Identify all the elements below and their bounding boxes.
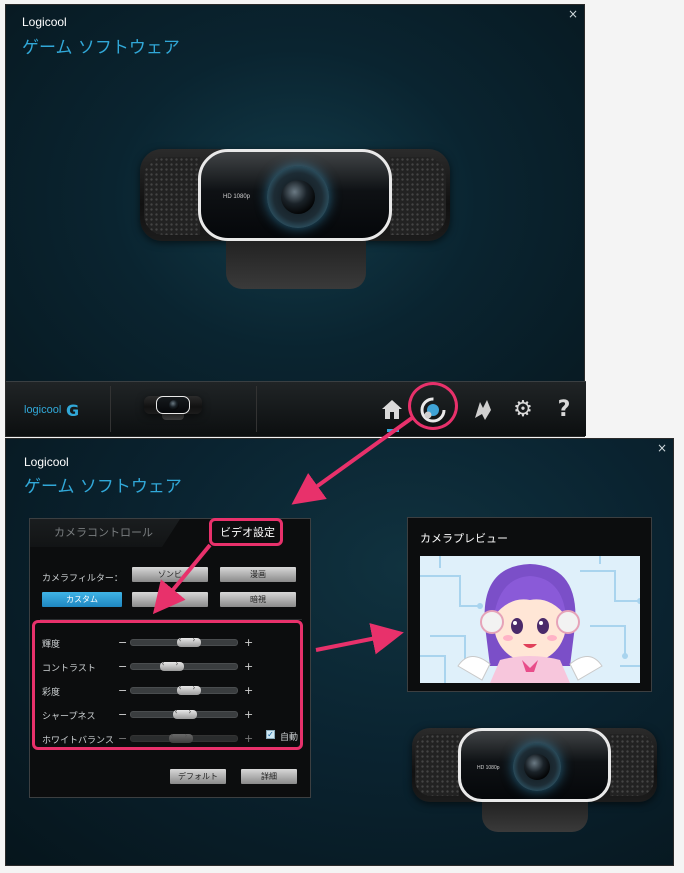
slider-thumb[interactable] xyxy=(177,683,201,695)
help-icon[interactable]: ? xyxy=(550,396,578,424)
screenshot-root: × Logicool ゲーム ソフトウェア HD 1080p logicool … xyxy=(0,0,684,873)
slider-row: 彩度 − + xyxy=(30,683,312,699)
slider-decrease-button[interactable]: − xyxy=(118,709,127,720)
slider-thumb[interactable] xyxy=(177,635,201,647)
video-settings-panel: カメラコントロール ビデオ設定 カメラフィルター： ゾンビ 漫画 カスタム 暗視… xyxy=(29,518,311,798)
slider-track[interactable] xyxy=(130,659,238,671)
filter-zombie-button[interactable]: ゾンビ xyxy=(132,567,208,582)
slider-track[interactable] xyxy=(130,731,238,743)
preview-avatar-image xyxy=(420,556,640,683)
slider-label: 輝度 xyxy=(42,640,61,650)
device-thumbnail[interactable] xyxy=(144,394,202,420)
webcam-image: HD 1080p xyxy=(140,145,450,295)
auto-label: 自動 xyxy=(280,733,299,743)
slider-decrease-button[interactable]: − xyxy=(118,685,127,696)
software-window-video-settings: × Logicool ゲーム ソフトウェア カメラコントロール ビデオ設定 カメ… xyxy=(5,438,674,866)
details-button[interactable]: 詳細 xyxy=(241,769,297,784)
g-logo-icon: G xyxy=(66,401,80,420)
brand-label: Logicool xyxy=(22,15,67,29)
camera-settings-icon[interactable] xyxy=(419,396,447,424)
divider xyxy=(40,619,302,620)
slider-label: シャープネス xyxy=(42,712,96,722)
slider-row: シャープネス − + xyxy=(30,707,312,723)
logicool-logo: logicool xyxy=(24,404,62,416)
app-title: ゲーム ソフトウェア xyxy=(22,38,180,58)
slider-thumb[interactable] xyxy=(169,731,193,743)
slider-increase-button[interactable]: + xyxy=(244,685,253,696)
slider-thumb[interactable] xyxy=(173,707,197,719)
home-icon[interactable] xyxy=(378,396,406,424)
tab-camera-control[interactable]: カメラコントロール xyxy=(30,519,180,547)
slider-increase-button[interactable]: + xyxy=(244,733,253,744)
slider-thumb[interactable] xyxy=(160,659,184,671)
slider-row: 輝度 − + xyxy=(30,635,312,651)
slider-increase-button[interactable]: + xyxy=(244,637,253,648)
default-button[interactable]: デフォルト xyxy=(170,769,226,784)
slider-label: 彩度 xyxy=(42,688,61,698)
software-window-home: × Logicool ゲーム ソフトウェア HD 1080p logicool … xyxy=(5,4,586,437)
slider-label: ホワイトバランス xyxy=(42,736,114,746)
slider-track[interactable] xyxy=(130,707,238,719)
webcam-image: HD 1080p xyxy=(412,724,657,839)
app-title: ゲーム ソフトウェア xyxy=(24,477,182,497)
customize-icon[interactable] xyxy=(469,396,497,424)
slider-increase-button[interactable]: + xyxy=(244,709,253,720)
preview-title: カメラプレビュー xyxy=(420,532,508,545)
tab-video-settings[interactable]: ビデオ設定 xyxy=(170,519,312,547)
filter-night-vision-button[interactable]: 暗視 xyxy=(220,592,296,607)
close-icon[interactable]: × xyxy=(568,7,578,21)
camera-preview-panel: カメラプレビュー xyxy=(407,517,652,692)
slider-label: コントラスト xyxy=(42,664,96,674)
close-icon[interactable]: × xyxy=(657,441,667,455)
gear-icon[interactable]: ⚙ xyxy=(509,396,537,424)
model-label: HD 1080p xyxy=(223,194,251,200)
bottom-toolbar: logicool G ⚙ ? xyxy=(6,381,586,436)
slider-decrease-button[interactable]: − xyxy=(118,637,127,648)
slider-decrease-button[interactable]: − xyxy=(118,661,127,672)
slider-row: コントラスト − + xyxy=(30,659,312,675)
slider-decrease-button[interactable]: − xyxy=(118,733,127,744)
slider-track[interactable] xyxy=(130,635,238,647)
home-active-indicator xyxy=(387,429,399,432)
slider-increase-button[interactable]: + xyxy=(244,661,253,672)
slider-track[interactable] xyxy=(130,683,238,695)
brand-label: Logicool xyxy=(24,455,69,469)
model-label: HD 1080p xyxy=(477,765,500,771)
filter-button[interactable] xyxy=(132,592,208,607)
camera-filter-label: カメラフィルター： xyxy=(42,574,123,584)
filter-custom-button[interactable]: カスタム xyxy=(42,592,122,607)
auto-white-balance-checkbox[interactable]: ✓ xyxy=(266,730,275,739)
filter-comic-button[interactable]: 漫画 xyxy=(220,567,296,582)
